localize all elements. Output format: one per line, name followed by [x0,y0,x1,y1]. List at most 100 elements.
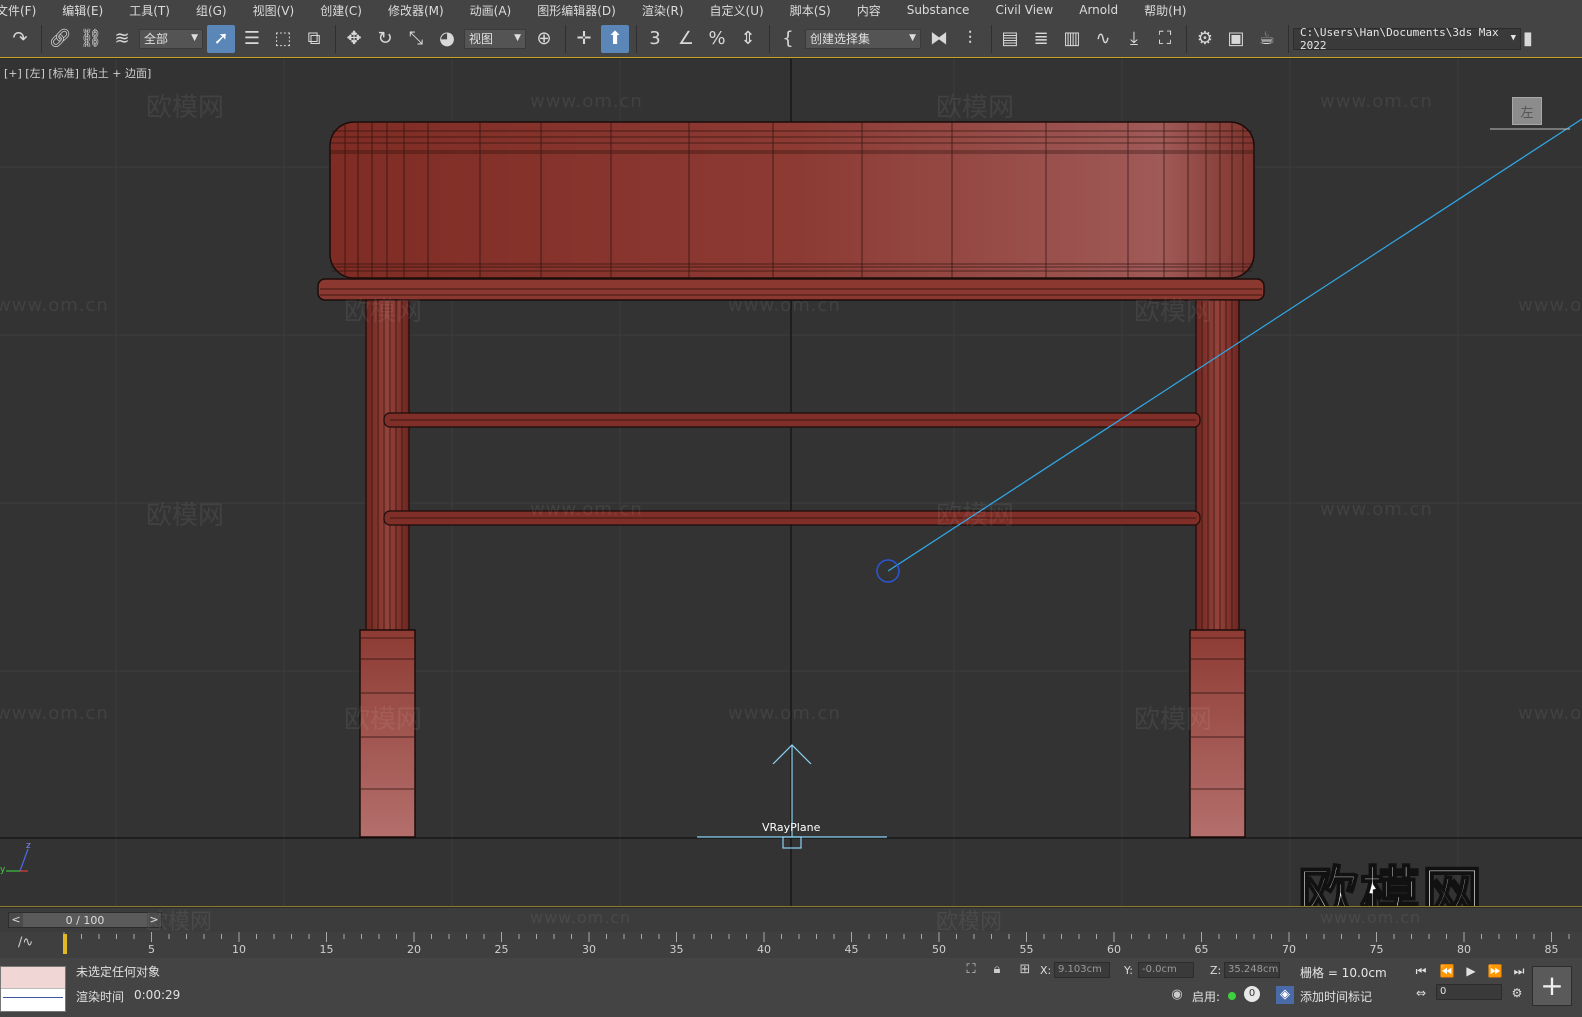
adaptive-degradation-icon[interactable]: ◉ [1168,986,1186,1004]
go-to-start-icon[interactable]: ⏮ [1412,962,1430,980]
add-key-icon[interactable]: + [1532,966,1572,1006]
menu-help[interactable]: 帮助(H) [1131,2,1199,19]
pivot-center-icon[interactable]: ⊕ [530,25,558,53]
next-frame-icon[interactable]: ⏩ [1486,962,1504,980]
spinner-snap-icon[interactable]: ⇕ [734,25,762,53]
menu-create[interactable]: 创建(C) [307,2,375,19]
ribbon-toggle-icon[interactable]: ▥ [1058,25,1086,53]
select-object-icon[interactable]: ➚ [207,24,235,53]
unlink-icon[interactable]: ⛓︎ [77,25,105,53]
bind-space-warp-icon[interactable]: ≋ [108,25,136,53]
angle-snap-icon[interactable]: ∠ [672,25,700,53]
project-path: C:\Users\Han\Documents\3ds Max 2022 [1300,25,1499,52]
render-production-icon[interactable]: ☕︎ [1253,25,1281,53]
isolate-selection-icon[interactable]: ⛶ [962,961,980,979]
track-bar[interactable]: ∕∿ 5 10 15 20 25 30 35 40 45 50 55 60 65 70 75 80 85 [0,932,1582,958]
project-folder-dropdown[interactable]: C:\Users\Han\Documents\3ds Max 2022 ▼ [1293,25,1521,52]
edit-named-selection-icon[interactable]: { [774,25,802,53]
viewport-left[interactable]: [+] [左] [标准] [粘土 + 边面] 欧模网 www.om.cn 欧模网… [0,59,1582,907]
frame-ruler[interactable]: 5 10 15 20 25 30 35 40 45 50 55 60 65 70 75 80 85 [63,932,1577,958]
schematic-view-icon[interactable]: ⤓ [1120,25,1148,53]
menu-arnold[interactable]: Arnold [1066,3,1131,17]
menu-content[interactable]: 内容 [844,2,894,19]
viewcube[interactable]: 左 [1512,97,1542,125]
snaps-toggle-icon[interactable]: 3 [641,25,669,53]
watermark-url: www.om.cn [1320,499,1433,520]
redo-icon[interactable]: ↷ [6,25,34,53]
menu-animation[interactable]: 动画(A) [457,2,525,19]
menu-substance[interactable]: Substance [894,3,983,17]
prev-frame-button[interactable]: < [9,913,23,927]
ruler-tick-label: 75 [1369,943,1384,956]
curve-editor-icon[interactable]: ∿ [1089,25,1117,53]
selection-status: 未选定任何对象 [76,965,161,979]
watermark: 欧模网 [936,93,1015,123]
listener-input[interactable] [1,967,65,989]
z-coordinate-field[interactable]: 35.248cm [1224,962,1280,978]
enable-count-badge[interactable]: 0 [1244,986,1260,1002]
rotate-icon[interactable]: ↻ [371,25,399,53]
y-coordinate-field[interactable]: -0.0cm [1138,962,1194,978]
go-to-end-icon[interactable]: ⏭ [1510,962,1528,980]
status-indicator [1228,992,1236,1000]
align-icon[interactable]: ⫶ [956,25,984,53]
menu-tools[interactable]: 工具(T) [116,2,183,19]
lock-icon[interactable]: 🔒︎ [988,961,1006,979]
place-icon[interactable]: ◕ [433,25,461,53]
time-marker[interactable] [63,934,67,954]
play-icon[interactable]: ▶ [1462,962,1480,980]
scale-icon[interactable]: ⤡ [402,25,430,53]
watermark-url: www.om.cn [0,295,109,316]
menu-file[interactable]: 文件(F) [0,2,49,19]
watermark-url: www.om.cn [1320,91,1433,112]
layer-explorer-icon[interactable]: ≣ [1027,25,1055,53]
window-crossing-icon[interactable]: ⧉ [300,25,328,53]
time-configuration-icon[interactable]: ⚙ [1508,984,1526,1002]
named-selection-dropdown[interactable]: 创建选择集 ▼ [805,28,921,49]
menu-modifiers[interactable]: 修改器(M) [375,2,457,19]
select-manipulate-icon[interactable]: ✛ [570,25,598,53]
previous-frame-icon[interactable]: ⏪ [1438,962,1456,980]
rectangle-selection-icon[interactable]: ⬚ [269,25,297,53]
menu-bar: 文件(F) 编辑(E) 工具(T) 组(G) 视图(V) 创建(C) 修改器(M… [0,0,1582,20]
add-time-tag[interactable]: 添加时间标记 [1300,988,1372,1005]
overflow-icon[interactable]: ▮ [1521,25,1535,53]
mirror-icon[interactable]: ⧓ [925,25,953,53]
menu-civil-view[interactable]: Civil View [982,3,1066,17]
percent-snap-icon[interactable]: % [703,25,731,53]
render-setup-icon[interactable]: ⚙ [1191,25,1219,53]
mini-curve-editor-icon[interactable]: ∕∿ [18,935,33,950]
selection-filter-dropdown[interactable]: 全部 ▼ [139,28,203,49]
x-coordinate-field[interactable]: 9.103cm [1054,962,1110,978]
transform-mode-icon[interactable]: ⊞ [1016,961,1034,979]
vray-plane-label: VRayPlane [762,821,821,834]
watermark-url: www.om.cn [1518,703,1582,724]
current-frame-field[interactable]: 0 [1436,984,1502,1000]
scene-canvas [0,59,1582,906]
ruler-tick-label: 45 [844,943,859,956]
stool-seat [329,121,1255,279]
select-by-name-icon[interactable]: ☰ [238,25,266,53]
chevron-down-icon: ▼ [1510,32,1516,43]
menu-views[interactable]: 视图(V) [240,2,308,19]
menu-rendering[interactable]: 渲染(R) [629,2,697,19]
menu-graph-editors[interactable]: 图形编辑器(D) [524,2,629,19]
menu-scripting[interactable]: 脚本(S) [777,2,844,19]
time-tag-icon[interactable]: ◈ [1276,986,1294,1004]
menu-customize[interactable]: 自定义(U) [697,2,777,19]
move-icon[interactable]: ✥ [340,25,368,53]
scene-explorer-icon[interactable]: ▤ [996,25,1024,53]
menu-group[interactable]: 组(G) [183,2,240,19]
material-editor-icon[interactable]: ⛶ [1151,25,1179,53]
maxscript-mini-listener[interactable] [0,966,66,1012]
key-mode-icon[interactable]: ⇔ [1412,984,1430,1002]
viewport-label[interactable]: [+] [左] [标准] [粘土 + 边面] [4,65,151,81]
ruler-tick-label: 15 [319,943,334,956]
keyboard-shortcut-override-icon[interactable]: ⬆ [601,24,629,53]
time-slider-handle[interactable]: < 0 / 100 > [8,912,162,928]
link-icon[interactable]: 🔗︎ [46,25,74,53]
rendered-frame-window-icon[interactable]: ▣ [1222,25,1250,53]
reference-coordinate-dropdown[interactable]: 视图 ▼ [464,28,526,49]
time-slider[interactable]: < 0 / 100 > 欧模网 www.om.cn 欧模网 www.om.cn [0,908,1582,935]
menu-edit[interactable]: 编辑(E) [49,2,116,19]
